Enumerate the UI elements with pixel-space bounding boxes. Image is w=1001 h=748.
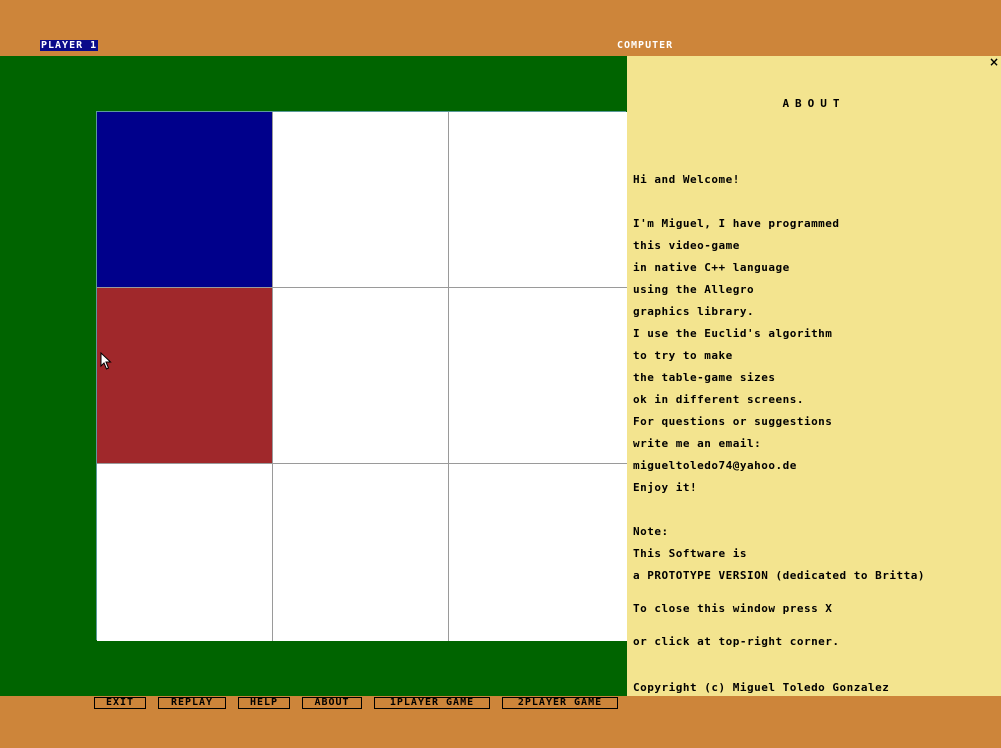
about-line: For questions or suggestions (633, 415, 833, 428)
one-player-game-button[interactable]: 1PLAYER GAME (374, 697, 490, 709)
about-button[interactable]: ABOUT (302, 697, 362, 709)
exit-button[interactable]: EXIT (94, 697, 146, 709)
about-line: Hi and Welcome! (633, 173, 740, 186)
about-line: This Software is (633, 547, 747, 560)
about-line: Note: (633, 525, 669, 538)
board-cell-3-2[interactable] (273, 464, 449, 641)
about-line: migueltoledo74@yahoo.de (633, 459, 797, 472)
about-line: ok in different screens. (633, 393, 804, 406)
about-line: this video-game (633, 239, 740, 252)
about-line: the table-game sizes (633, 371, 776, 384)
board-cell-3-3[interactable] (449, 464, 627, 641)
about-line: a PROTOTYPE VERSION (dedicated to Britta… (633, 569, 926, 582)
about-panel: × ABOUT Hi and Welcome! I'm Miguel, I hav… (627, 56, 1001, 696)
board-cell-1-2[interactable] (273, 112, 449, 288)
about-line: write me an email: (633, 437, 762, 450)
about-line: in native C++ language (633, 261, 790, 274)
board-cell-1-3[interactable] (449, 112, 627, 288)
about-title: ABOUT (782, 97, 846, 110)
mouse-pointer-icon (100, 352, 112, 370)
about-line: to try to make (633, 349, 733, 362)
board-cell-2-3[interactable] (449, 288, 627, 464)
about-line: graphics library. (633, 305, 755, 318)
board-cell-2-1[interactable] (97, 288, 273, 464)
about-line: To close this window press X (633, 602, 833, 615)
board-cell-2-2[interactable] (273, 288, 449, 464)
bottom-bar (0, 696, 1001, 748)
top-bar (0, 0, 1001, 56)
about-line: or click at top-right corner. (633, 635, 840, 648)
two-player-game-button[interactable]: 2PLAYER GAME (502, 697, 618, 709)
about-line: Copyright (c) Miguel Toledo Gonzalez (633, 681, 890, 694)
about-line: I'm Miguel, I have programmed (633, 217, 840, 230)
about-line: using the Allegro (633, 283, 755, 296)
computer-label: COMPUTER (617, 40, 674, 51)
game-board (96, 111, 627, 641)
help-button[interactable]: HELP (238, 697, 290, 709)
board-cell-1-1[interactable] (97, 112, 273, 288)
about-line: Enjoy it! (633, 481, 698, 494)
board-cell-3-1[interactable] (97, 464, 273, 641)
replay-button[interactable]: REPLAY (158, 697, 226, 709)
player1-label: PLAYER 1 (40, 40, 99, 51)
close-about-button[interactable]: × (989, 56, 999, 68)
about-line: I use the Euclid's algorithm (633, 327, 833, 340)
